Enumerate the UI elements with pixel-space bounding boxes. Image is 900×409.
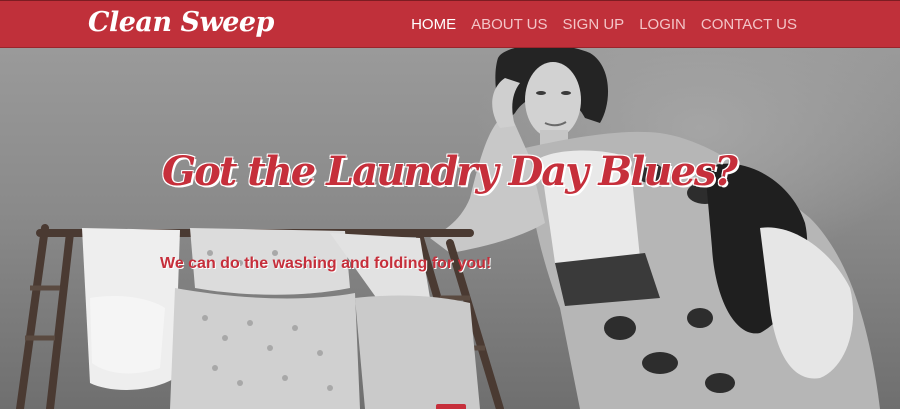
nav-about-us-link[interactable]: ABOUT US xyxy=(471,16,547,33)
main-nav: HOME ABOUT US SIGN UP LOGIN CONTACT US xyxy=(396,16,797,33)
nav-login-link[interactable]: LOGIN xyxy=(639,16,686,33)
hero-title: Got the Laundry Day Blues? xyxy=(162,148,738,195)
hero-subtitle: We can do the washing and folding for yo… xyxy=(160,255,492,272)
nav-sign-up-link[interactable]: SIGN UP xyxy=(563,16,625,33)
cta-button-partial[interactable] xyxy=(436,404,466,409)
nav-contact-us-link[interactable]: CONTACT US xyxy=(701,16,797,33)
brand-logo[interactable]: Clean Sweep xyxy=(88,7,274,38)
navbar: Clean Sweep HOME ABOUT US SIGN UP LOGIN … xyxy=(0,0,900,48)
nav-home-link[interactable]: HOME xyxy=(411,16,456,33)
hero-section: Got the Laundry Day Blues? We can do the… xyxy=(0,48,900,409)
hero-background-photo xyxy=(16,48,880,409)
